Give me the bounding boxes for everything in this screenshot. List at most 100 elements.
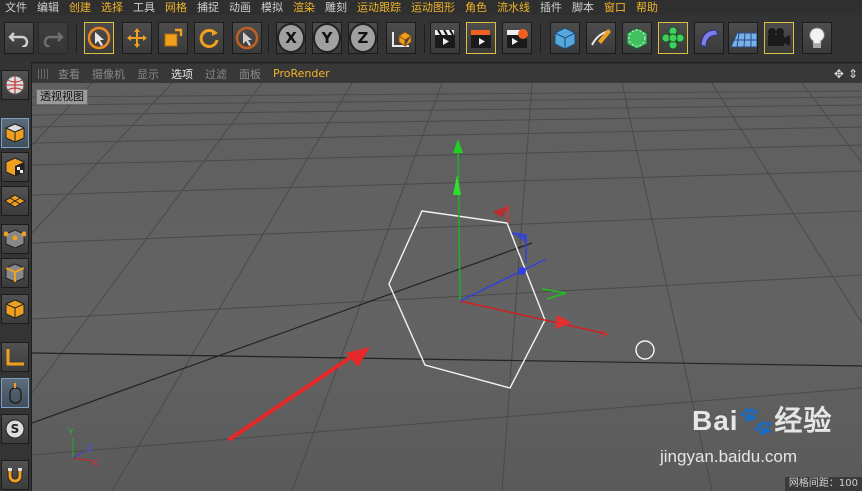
texture-mode-button[interactable] (1, 152, 29, 182)
cube-object-button[interactable] (550, 22, 580, 54)
rotate-icon (199, 28, 219, 48)
polygons-mode-icon (5, 299, 25, 319)
menu-motion-tracker[interactable]: 运动跟踪 (352, 0, 406, 15)
camera-button[interactable] (764, 22, 794, 54)
viewport-menu-filter[interactable]: 过滤 (205, 66, 235, 82)
viewport-zoom-icon[interactable]: ⇕ (848, 67, 858, 81)
clapper-gear-icon (507, 29, 528, 48)
move-button[interactable] (122, 22, 152, 54)
light-bulb-icon (809, 27, 825, 48)
edges-mode-button[interactable] (1, 258, 29, 288)
viewport-header: 查看 摄像机 显示 选项 过滤 面板 ProRender ✥ ⇕ (32, 64, 862, 83)
model-mode-button[interactable] (1, 118, 29, 148)
view-axis-y-label: Y (67, 428, 74, 438)
points-mode-button[interactable] (1, 224, 29, 254)
viewport-menu-prorender[interactable]: ProRender (273, 67, 338, 80)
redo-icon (43, 32, 64, 47)
viewport-grip[interactable] (38, 68, 50, 79)
axis-mode-icon (6, 349, 24, 366)
menu-render[interactable]: 渲染 (288, 0, 320, 15)
menu-snap[interactable]: 捕捉 (192, 0, 224, 15)
make-editable-button[interactable] (1, 70, 29, 100)
watermark: Bai🐾经验 jingyan.baidu.com (660, 399, 860, 479)
perspective-viewport[interactable]: Y Z X 透视视图 Bai🐾经验 jingyan.baidu.com 网格间距… (32, 83, 862, 491)
svg-text:S: S (11, 422, 20, 436)
main-toolbar: X Y Z (0, 15, 862, 63)
menu-mograph[interactable]: 运动图形 (406, 0, 460, 15)
x-axis-lock-button[interactable]: X (276, 22, 306, 54)
floor-button[interactable] (728, 22, 758, 54)
solo-button[interactable]: S (1, 414, 29, 444)
viewport-menu-panel[interactable]: 面板 (239, 66, 269, 82)
z-axis-icon: Z (349, 23, 377, 53)
edges-mode-icon (5, 263, 25, 283)
view-axis-z-label: Z (87, 444, 93, 454)
annotation-arrow (228, 347, 370, 441)
menu-file[interactable]: 文件 (0, 0, 32, 15)
viewport-menu-options[interactable]: 选项 (171, 66, 201, 82)
viewport-menu-view[interactable]: 查看 (58, 66, 88, 82)
menu-plugins[interactable]: 插件 (535, 0, 567, 15)
menu-animate[interactable]: 动画 (224, 0, 256, 15)
move-gizmo[interactable] (453, 139, 609, 338)
snap-button[interactable] (1, 460, 29, 490)
clapper-play-icon (471, 30, 491, 48)
subdivision-icon (626, 27, 648, 50)
view-axis-gizmo: Y Z X (67, 428, 98, 469)
light-button[interactable] (802, 22, 832, 54)
rotate-button[interactable] (194, 22, 224, 54)
mouse-icon (9, 383, 22, 404)
texture-mode-icon (5, 157, 25, 177)
menu-window[interactable]: 窗口 (599, 0, 631, 15)
cube-icon (554, 27, 576, 50)
polygons-mode-button[interactable] (1, 294, 29, 324)
coordinate-system-button[interactable] (386, 22, 416, 54)
viewport-title: 透视视图 (36, 89, 88, 105)
menu-script[interactable]: 脚本 (567, 0, 599, 15)
magnet-icon (7, 468, 23, 484)
live-select-icon (87, 26, 111, 50)
mouse-cursor-ring (635, 340, 655, 360)
move-icon (127, 28, 147, 48)
x-axis-icon: X (277, 23, 305, 53)
coordinate-system-icon (392, 31, 412, 47)
pen-spline-button[interactable] (586, 22, 616, 54)
live-select-button[interactable] (84, 22, 114, 54)
menu-help[interactable]: 帮助 (631, 0, 663, 15)
recent-tool-button[interactable] (232, 22, 262, 54)
axis-mode-button[interactable] (1, 342, 29, 372)
menu-pipeline[interactable]: 流水线 (492, 0, 535, 15)
pen-icon (591, 29, 611, 46)
viewport-menu-cameras[interactable]: 摄像机 (92, 66, 133, 82)
render-settings-button[interactable] (502, 22, 532, 54)
viewport-move-icon[interactable]: ✥ (834, 67, 844, 81)
globe-icon (5, 75, 25, 95)
viewport-nav-controls: ✥ ⇕ (834, 64, 858, 83)
mograph-cloner-button[interactable] (658, 22, 688, 54)
subdivision-button[interactable] (622, 22, 652, 54)
menu-mesh[interactable]: 网格 (160, 0, 192, 15)
render-view-button[interactable] (430, 22, 460, 54)
redo-button[interactable] (38, 22, 68, 54)
cloner-icon (661, 26, 685, 50)
scale-button[interactable] (158, 22, 188, 54)
recent-tool-icon (235, 26, 259, 50)
viewport-menu-display[interactable]: 显示 (137, 66, 167, 82)
menu-simulate[interactable]: 模拟 (256, 0, 288, 15)
undo-icon (8, 32, 29, 47)
tweak-mode-button[interactable] (1, 378, 29, 408)
points-mode-icon (4, 229, 26, 249)
menu-character[interactable]: 角色 (460, 0, 492, 15)
render-picture-viewer-button[interactable] (466, 22, 496, 54)
menu-select[interactable]: 选择 (96, 0, 128, 15)
menu-create[interactable]: 创建 (64, 0, 96, 15)
menu-edit[interactable]: 编辑 (32, 0, 64, 15)
menu-bar: 文件 编辑 创建 选择 工具 网格 捕捉 动画 模拟 渲染 雕刻 运动跟踪 运动… (0, 0, 862, 15)
z-axis-lock-button[interactable]: Z (348, 22, 378, 54)
y-axis-lock-button[interactable]: Y (312, 22, 342, 54)
menu-sculpt[interactable]: 雕刻 (320, 0, 352, 15)
undo-button[interactable] (4, 22, 34, 54)
workplane-mode-button[interactable] (1, 186, 29, 216)
deformer-button[interactable] (694, 22, 724, 54)
menu-tools[interactable]: 工具 (128, 0, 160, 15)
